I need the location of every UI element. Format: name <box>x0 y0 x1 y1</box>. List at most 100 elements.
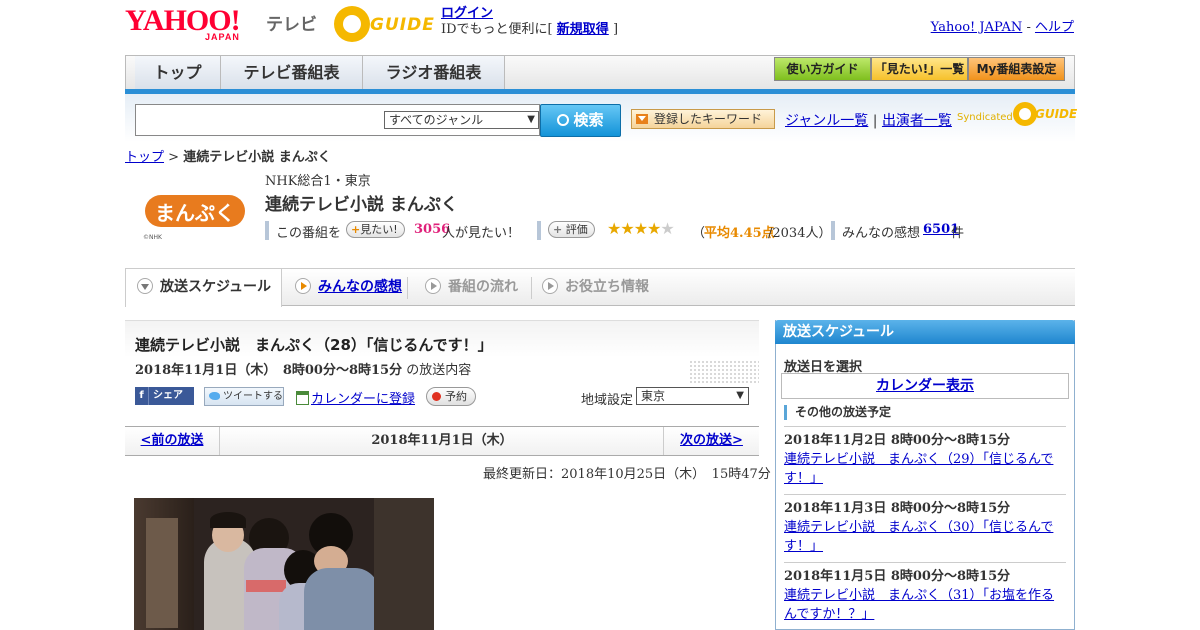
region-select[interactable]: 東京 ▼ <box>636 387 749 405</box>
calendar-register-link[interactable]: カレンダーに登録 <box>311 392 415 407</box>
play-icon <box>425 278 441 294</box>
program-logo-credit: ©NHK <box>143 234 162 241</box>
watchlist-button[interactable]: 「見たい!」一覧 <box>871 57 968 81</box>
chevron-down-icon <box>137 278 153 294</box>
region-label: 地域設定 <box>581 393 634 408</box>
twitter-bird-icon <box>209 392 220 400</box>
login-link[interactable]: ログイン <box>441 6 493 21</box>
tab-comments[interactable]: みんなの感想 <box>282 269 408 306</box>
calendar-icon <box>296 391 309 405</box>
prev-episode-link[interactable]: <前の放送 <box>141 433 204 448</box>
rate-button[interactable]: + 評価 <box>548 221 595 238</box>
rate-button-label: 評価 <box>565 223 588 236</box>
episode-airtime: 2018年11月1日（木） 8時00分～8時15分 の放送内容 <box>135 359 471 378</box>
program-logo-text: まんぷく <box>155 201 235 225</box>
reserve-button[interactable]: 予約 <box>426 387 476 406</box>
facebook-share-button[interactable]: f シェア <box>135 387 194 405</box>
want-suffix: 人が見たい！ <box>442 226 521 241</box>
syndicated-gguide-text: GUIDE <box>1035 107 1078 121</box>
search-button-label: 検索 <box>573 111 604 129</box>
schedule-item: 2018年11月3日 8時00分～8時15分 連続テレビ小説 まんぷく（30）「… <box>784 494 1066 556</box>
yahoo-japan-link[interactable]: Yahoo! JAPAN <box>931 20 1023 35</box>
header-sep: - <box>1026 20 1031 35</box>
play-icon <box>295 278 311 294</box>
episode-suffix: の放送内容 <box>406 363 472 378</box>
comments-suffix: 件 <box>951 226 965 241</box>
schedule-item-time: 2018年11月5日 8時00分～8時15分 <box>784 569 1011 584</box>
share-label: シェア <box>153 390 183 401</box>
schedule-item-time: 2018年11月3日 8時00分～8時15分 <box>784 501 1011 516</box>
want-label: この番組を <box>276 226 342 241</box>
search-button[interactable]: 検索 <box>540 104 621 137</box>
syndicated-text: Syndicated <box>957 112 1013 123</box>
nav-tab-top[interactable]: トップ <box>135 56 221 93</box>
dropdown-arrow-icon: ▼ <box>527 114 535 125</box>
syndicated-gguide-logo: Syndicated GUIDE <box>957 102 1077 128</box>
breadcrumb: トップ > 連続テレビ小説 まんぷく <box>125 146 331 165</box>
tab-flow: 番組の流れ <box>408 269 532 306</box>
schedule-item-time: 2018年11月2日 8時00分～8時15分 <box>784 433 1011 448</box>
genre-list-link[interactable]: ジャンル一覧 <box>785 113 868 129</box>
schedule-item-link[interactable]: 連続テレビ小説 まんぷく（31）「お塩を作るんですか！？」 <box>784 588 1054 622</box>
schedule-item: 2018年11月2日 8時00分～8時15分 連続テレビ小説 まんぷく（29）「… <box>784 426 1066 488</box>
tweet-button[interactable]: ツイートする <box>204 387 284 406</box>
genre-select[interactable]: すべてのジャンル ▼ <box>384 111 539 129</box>
record-icon <box>432 392 441 401</box>
program-logo: まんぷく ©NHK <box>140 182 250 244</box>
nav-tab-tv-schedule[interactable]: テレビ番組表 <box>221 56 363 93</box>
triangle-down-icon <box>636 114 648 124</box>
calendar-view-link[interactable]: カレンダー表示 <box>876 378 974 394</box>
gguide-text: GUIDE <box>370 15 435 35</box>
play-icon <box>542 278 558 294</box>
program-tabs: 放送スケジュール みんなの感想 番組の流れ お役立ち情報 <box>125 268 1075 307</box>
episode-pager: <前の放送 2018年11月1日（木） 次の放送> <box>125 426 759 456</box>
tab-schedule[interactable]: 放送スケジュール <box>125 269 282 307</box>
logo-yahoo-text: YAHOO! <box>125 4 241 37</box>
channel-label: NHK総合1・東京 <box>265 174 371 189</box>
region-select-value: 東京 <box>641 389 666 403</box>
logo-japan-text: JAPAN <box>205 32 240 42</box>
keyword-button[interactable]: 登録したキーワード <box>631 109 775 129</box>
next-episode-link[interactable]: 次の放送> <box>680 433 743 448</box>
main-nav: トップ テレビ番組表 ラジオ番組表 使い方ガイド 「見たい!」一覧 My番組表設… <box>125 55 1075 93</box>
reserve-label: 予約 <box>445 390 467 403</box>
tweet-label: ツイートする <box>223 391 283 402</box>
cast-list-link[interactable]: 出演者一覧 <box>882 113 952 129</box>
gguide-logo: GUIDE <box>334 6 435 42</box>
other-schedule-heading: その他の放送予定 <box>784 405 891 420</box>
guide-button[interactable]: 使い方ガイド <box>774 57 871 81</box>
keyword-button-label: 登録したキーワード <box>654 112 763 126</box>
search-links: ジャンル一覧 | 出演者一覧 <box>785 110 952 130</box>
tab-schedule-label: 放送スケジュール <box>160 279 272 295</box>
schedule-item-link[interactable]: 連続テレビ小説 まんぷく（29）「信じるんです！」 <box>784 452 1053 486</box>
nav-tab-radio-schedule[interactable]: ラジオ番組表 <box>363 56 505 93</box>
header-links: Yahoo! JAPAN - ヘルプ <box>931 16 1074 35</box>
tab-info-label: お役立ち情報 <box>565 279 649 295</box>
schedule-item-link[interactable]: 連続テレビ小説 まんぷく（30）「信じるんです！」 <box>784 520 1053 554</box>
schedule-item: 2018年11月5日 8時00分～8時15分 連続テレビ小説 まんぷく（31）「… <box>784 562 1066 624</box>
want-button[interactable]: +見たい! <box>346 221 405 238</box>
pager-date: 2018年11月1日（木） <box>371 433 513 448</box>
last-updated: 最終更新日：2018年10月25日（木） 15時47分 <box>483 467 771 482</box>
link-divider: | <box>872 113 878 129</box>
calendar-register: カレンダーに登録 <box>296 388 415 407</box>
tab-comments-label[interactable]: みんなの感想 <box>318 279 402 295</box>
episode-title: 連続テレビ小説 まんぷく（28）「信じるんです！」 <box>135 336 493 354</box>
dropdown-arrow-icon: ▼ <box>736 390 744 401</box>
sidebar-title: 放送スケジュール <box>775 320 1075 344</box>
breadcrumb-sep: > <box>168 150 180 165</box>
comments-label: みんなの感想 <box>842 226 921 241</box>
facebook-icon: f <box>135 387 149 405</box>
help-link[interactable]: ヘルプ <box>1035 20 1074 35</box>
register-link[interactable]: 新規取得 <box>557 22 609 37</box>
login-subtext: IDでもっと便利に[ <box>441 22 553 37</box>
program-title: 連続テレビ小説 まんぷく <box>265 195 458 215</box>
episode-photo <box>134 498 434 630</box>
my-settings-button[interactable]: My番組表設定 <box>968 57 1065 81</box>
rating-avg: 平均4.45点 <box>704 226 775 241</box>
episode-date-time: 2018年11月1日（木） 8時00分～8時15分 <box>135 363 403 378</box>
breadcrumb-top[interactable]: トップ <box>125 150 164 165</box>
yahoo-japan-logo[interactable]: YAHOO! JAPAN <box>125 4 261 43</box>
calendar-view-button[interactable]: カレンダー表示 <box>781 373 1069 399</box>
login-area: ログイン IDでもっと便利に[ 新規取得 ] <box>441 6 618 38</box>
